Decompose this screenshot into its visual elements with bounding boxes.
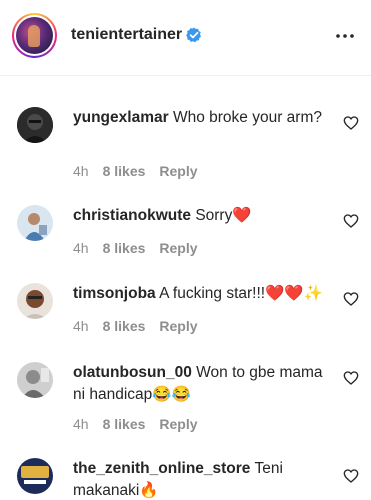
comment-likes[interactable]: 8 likes [103, 416, 146, 432]
avatar-ring-inner [14, 15, 55, 56]
comment-likes[interactable]: 8 likes [103, 163, 146, 179]
comment-text: christianokwute Sorry❤️ [73, 205, 323, 227]
comment-username[interactable]: timsonjoba [73, 285, 156, 302]
profile-avatar[interactable] [12, 13, 57, 58]
comment-meta: 4h 8 likes Reply [73, 416, 198, 432]
like-heart-icon[interactable] [343, 115, 359, 131]
like-heart-icon[interactable] [343, 370, 359, 386]
comment-username[interactable]: the_zenith_online_store [73, 460, 250, 477]
like-heart-icon[interactable] [343, 213, 359, 229]
comment-text: timsonjoba A fucking star!!!❤️❤️✨ [73, 283, 323, 305]
commenter-avatar[interactable] [17, 107, 53, 143]
comment-meta: 4h 8 likes Reply [73, 240, 198, 256]
comment-likes[interactable]: 8 likes [103, 318, 146, 334]
comment-text: yungexlamar Who broke your arm? [73, 107, 323, 129]
comment-text: the_zenith_online_store Teni makanaki🔥 [73, 458, 323, 500]
comment-username[interactable]: yungexlamar [73, 109, 169, 126]
more-horizontal-icon[interactable] [335, 28, 355, 44]
commenter-avatar[interactable] [17, 205, 53, 241]
commenter-avatar[interactable] [17, 458, 53, 494]
comment-time[interactable]: 4h [73, 163, 89, 179]
commenter-avatar[interactable] [17, 283, 53, 319]
comment-username[interactable]: olatunbosun_00 [73, 364, 192, 381]
header-username[interactable]: tenientertainer [71, 26, 182, 44]
reply-button[interactable]: Reply [159, 240, 197, 256]
comment-meta: 4h 8 likes Reply [73, 318, 198, 334]
comment-body: Sorry❤️ [195, 207, 252, 224]
verified-badge-icon [186, 27, 201, 43]
comment-meta: 4h 8 likes Reply [73, 163, 198, 179]
comment-username[interactable]: christianokwute [73, 207, 191, 224]
reply-button[interactable]: Reply [159, 163, 197, 179]
comment-time[interactable]: 4h [73, 416, 89, 432]
comment-likes[interactable]: 8 likes [103, 240, 146, 256]
like-heart-icon[interactable] [343, 291, 359, 307]
comment-body: Who broke your arm? [172, 109, 322, 126]
post-header: tenientertainer [0, 0, 371, 76]
reply-button[interactable]: Reply [159, 318, 197, 334]
comment-time[interactable]: 4h [73, 318, 89, 334]
avatar-image [16, 17, 53, 54]
reply-button[interactable]: Reply [159, 416, 197, 432]
comment-time[interactable]: 4h [73, 240, 89, 256]
scrolled-content-edge [171, 70, 195, 76]
comment-text: olatunbosun_00 Won to gbe mama ni handic… [73, 362, 323, 406]
comment-body: A fucking star!!!❤️❤️✨ [159, 285, 323, 302]
like-heart-icon[interactable] [343, 468, 359, 484]
commenter-avatar[interactable] [17, 362, 53, 398]
